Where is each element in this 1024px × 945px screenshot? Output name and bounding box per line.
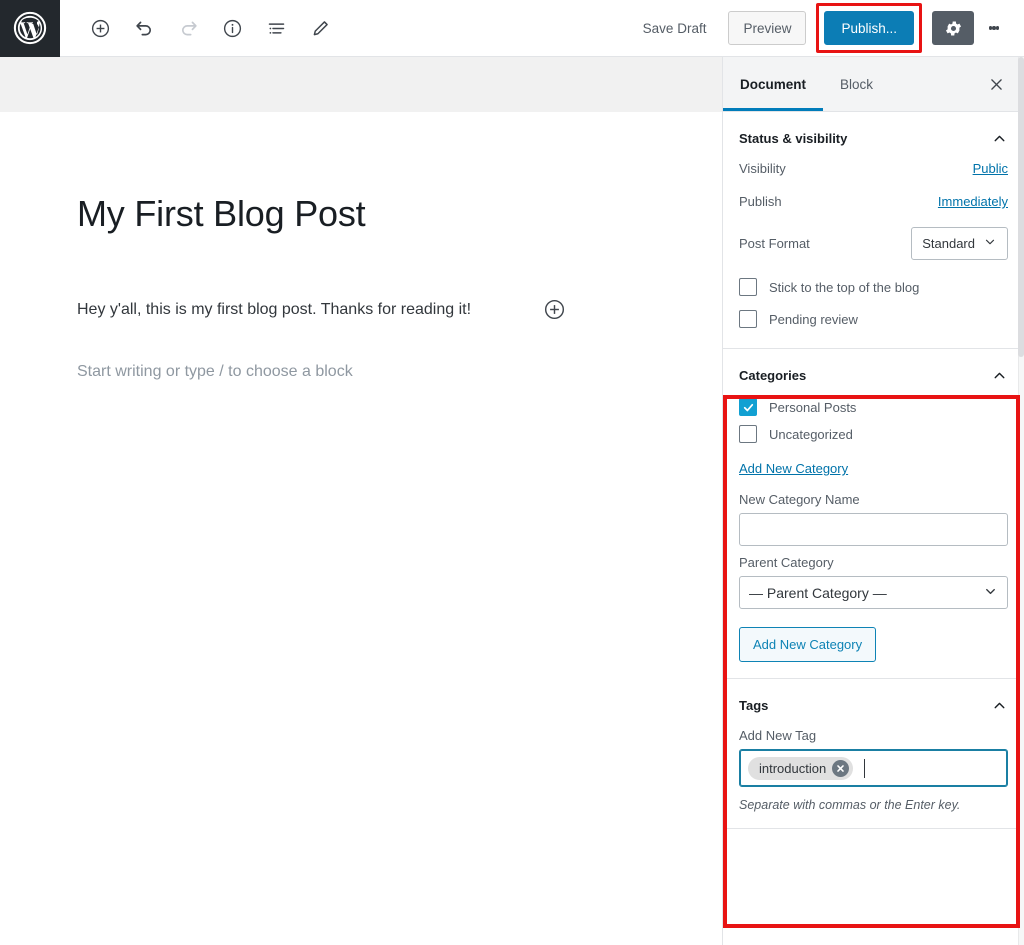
pending-review-label: Pending review (769, 311, 858, 327)
category-row-personal-posts[interactable]: Personal Posts (739, 398, 1008, 416)
panel-tags-body: Add New Tag introduction Separate with c… (739, 728, 1008, 828)
settings-gear-button[interactable] (932, 11, 974, 45)
category-label: Uncategorized (769, 426, 853, 442)
panel-categories-header[interactable]: Categories (739, 349, 1008, 398)
panel-title: Categories (739, 368, 807, 383)
sticky-post-row[interactable]: Stick to the top of the blog (739, 278, 1008, 296)
panel-title: Status & visibility (739, 131, 848, 146)
sticky-post-checkbox[interactable] (739, 278, 757, 296)
panel-status-visibility-header[interactable]: Status & visibility (739, 112, 1008, 161)
remove-tag-icon[interactable] (832, 759, 850, 777)
add-new-tag-label: Add New Tag (739, 728, 817, 743)
post-format-label: Post Format (739, 236, 810, 251)
sidebar-scrollbar-thumb[interactable] (1018, 57, 1024, 357)
new-category-name-label: New Category Name (739, 492, 860, 507)
content-info-button[interactable] (214, 10, 250, 46)
close-icon[interactable] (978, 57, 1014, 111)
chevron-down-icon (983, 584, 998, 602)
new-category-name-input[interactable] (739, 513, 1008, 546)
chevron-up-icon (991, 130, 1008, 147)
visibility-row: Visibility Public (739, 161, 1008, 176)
parent-category-label: Parent Category (739, 555, 834, 570)
publish-highlight-annotation: Publish... (816, 3, 922, 53)
kebab-dot (995, 26, 1000, 30)
publish-date-button[interactable]: Immediately (938, 194, 1008, 209)
visibility-label: Visibility (739, 161, 786, 176)
sticky-post-label: Stick to the top of the blog (769, 279, 920, 295)
chevron-up-icon (991, 697, 1008, 714)
wordpress-logo-icon[interactable] (0, 0, 60, 57)
category-label: Personal Posts (769, 399, 857, 415)
post-format-select[interactable]: Standard (911, 227, 1008, 260)
panel-tags-header[interactable]: Tags (739, 679, 1008, 728)
tag-token-label: introduction (759, 760, 827, 776)
inline-block-inserter-icon[interactable] (542, 297, 566, 321)
publish-label: Publish (739, 194, 782, 209)
add-block-button[interactable] (82, 10, 118, 46)
category-row-uncategorized[interactable]: Uncategorized (739, 425, 1008, 443)
panel-categories: Categories Personal Posts Uncategorized … (723, 349, 1024, 679)
chevron-down-icon (983, 235, 997, 252)
post-paragraph-block[interactable]: Hey y'all, this is my first blog post. T… (77, 296, 722, 323)
post-format-row: Post Format Standard (739, 227, 1008, 260)
save-draft-button[interactable]: Save Draft (629, 15, 721, 42)
category-checkbox-personal-posts[interactable] (739, 398, 757, 416)
parent-category-value: — Parent Category — (749, 584, 887, 601)
pending-review-row[interactable]: Pending review (739, 310, 1008, 328)
preview-button[interactable]: Preview (728, 11, 807, 45)
post-title[interactable]: My First Blog Post (77, 191, 722, 238)
post-canvas[interactable]: My First Blog Post Hey y'all, this is my… (0, 191, 722, 385)
pending-review-checkbox[interactable] (739, 310, 757, 328)
settings-sidebar: Document Block Status & visibility Visib… (722, 57, 1024, 945)
tab-block[interactable]: Block (823, 57, 890, 111)
panel-status-visibility-body: Visibility Public Publish Immediately Po… (739, 161, 1008, 348)
list-view-button[interactable] (258, 10, 294, 46)
parent-category-select[interactable]: — Parent Category — (739, 576, 1008, 609)
sidebar-tab-bar: Document Block (723, 57, 1024, 112)
toolbar-actions: Save Draft Preview Publish... (629, 3, 1024, 53)
category-checkbox-uncategorized[interactable] (739, 425, 757, 443)
tags-help-text: Separate with commas or the Enter key. (739, 798, 961, 812)
toolbar-icon-group (60, 10, 338, 46)
tab-document[interactable]: Document (723, 57, 823, 111)
more-options-button[interactable] (976, 10, 1012, 46)
edit-pencil-button[interactable] (302, 10, 338, 46)
add-new-category-button[interactable]: Add New Category (739, 627, 877, 662)
chevron-up-icon (991, 367, 1008, 384)
publish-button[interactable]: Publish... (824, 11, 914, 45)
visibility-value-button[interactable]: Public (973, 161, 1008, 176)
post-format-value: Standard (922, 236, 975, 251)
tag-token: introduction (748, 756, 854, 780)
publish-date-row: Publish Immediately (739, 194, 1008, 209)
editor-top-band (0, 57, 722, 112)
undo-button[interactable] (126, 10, 162, 46)
editor-region: My First Blog Post Hey y'all, this is my… (0, 57, 722, 945)
panel-categories-body: Personal Posts Uncategorized Add New Cat… (739, 398, 1008, 678)
add-new-category-link[interactable]: Add New Category (739, 461, 848, 476)
wordpress-block-editor: Save Draft Preview Publish... My First B… (0, 0, 1024, 945)
panel-title: Tags (739, 698, 769, 713)
redo-button[interactable] (170, 10, 206, 46)
empty-block-placeholder[interactable]: Start writing or type / to choose a bloc… (77, 358, 722, 385)
panel-status-visibility: Status & visibility Visibility Public Pu… (723, 112, 1024, 349)
tag-token-input[interactable]: introduction (739, 749, 1008, 787)
panel-tags: Tags Add New Tag introduction Separate w… (723, 679, 1024, 829)
text-cursor (864, 758, 866, 778)
editor-toolbar: Save Draft Preview Publish... (0, 0, 1024, 57)
